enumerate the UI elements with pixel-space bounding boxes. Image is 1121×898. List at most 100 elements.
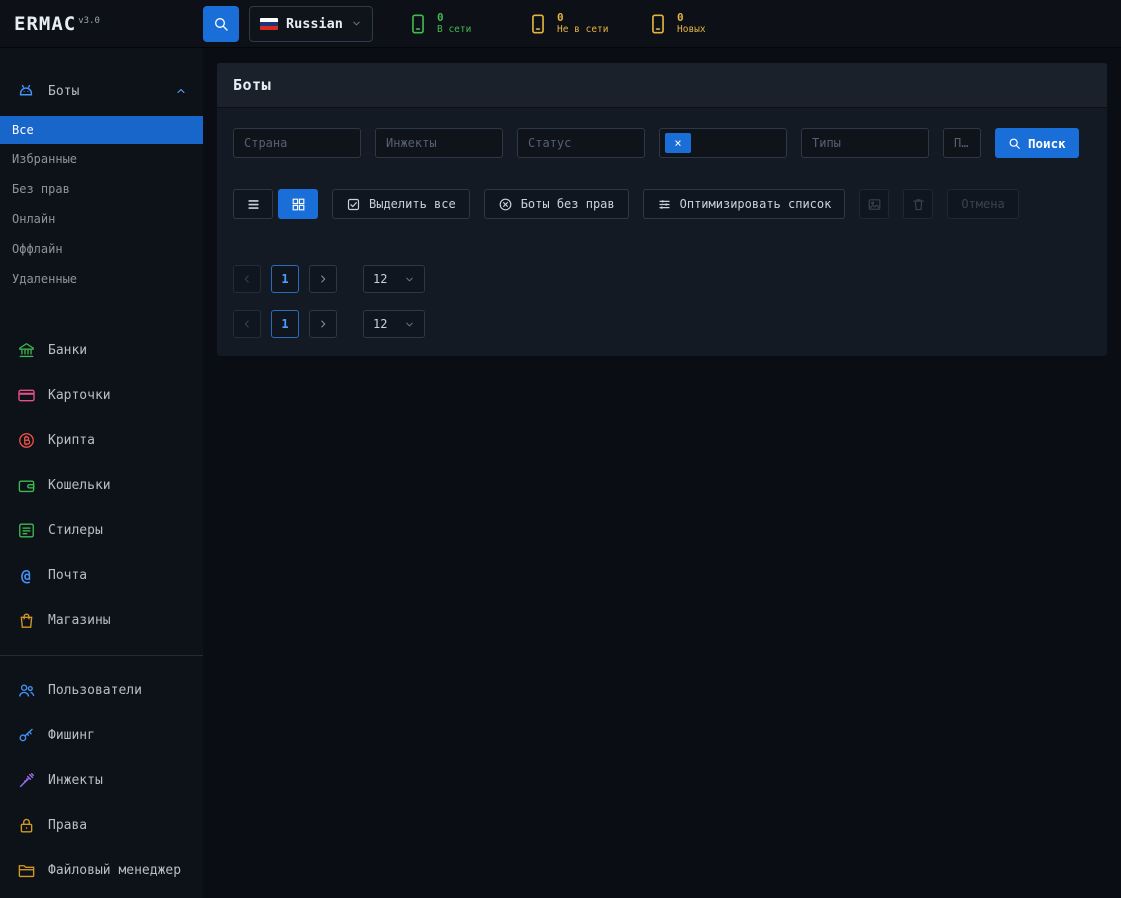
per-page-select[interactable]: 12 — [363, 265, 425, 293]
phone-new-icon — [647, 13, 669, 35]
language-select[interactable]: Russian — [249, 6, 373, 42]
sidebar-item-label: Права — [48, 818, 87, 833]
chevron-left-icon — [241, 273, 253, 285]
counter-new-label: Новых — [677, 24, 706, 36]
optimize-list-label: Оптимизировать список — [680, 197, 832, 211]
sidebar-item-stealers[interactable]: Стилеры — [0, 508, 203, 553]
counter-online-value: 0 — [437, 11, 471, 25]
country-filter-input[interactable] — [233, 128, 361, 158]
chevron-left-icon — [241, 318, 253, 330]
trash-icon — [911, 197, 926, 212]
per-page-select[interactable]: 12 — [363, 310, 425, 338]
sidebar-subitem-deleted[interactable]: Удаленные — [0, 264, 203, 294]
tag-remove-button[interactable]: × — [665, 133, 691, 153]
sidebar-item-mail[interactable]: @ Почта — [0, 553, 203, 598]
sidebar-item-cards[interactable]: Карточки — [0, 373, 203, 418]
next-page-button[interactable] — [309, 265, 337, 293]
phone-offline-icon — [527, 13, 549, 35]
syringe-icon — [16, 771, 36, 791]
topbar: ERMACv3.0 Russian 0 В сети 0 Не в сети — [0, 0, 1121, 48]
page-number: 1 — [281, 317, 288, 331]
view-toggle-group — [233, 189, 318, 219]
sidebar-item-shops[interactable]: Магазины — [0, 598, 203, 643]
sidebar-item-injects[interactable]: Инжекты — [0, 758, 203, 803]
sidebar-item-label: Боты — [48, 84, 79, 99]
sidebar-item-label: Банки — [48, 343, 87, 358]
language-label: Russian — [286, 16, 343, 32]
status-filter-input[interactable] — [517, 128, 645, 158]
at-icon: @ — [16, 566, 36, 586]
sidebar-subitem-no-rights[interactable]: Без прав — [0, 174, 203, 204]
bank-icon — [16, 341, 36, 361]
chevron-right-icon — [317, 273, 329, 285]
sidebar-subitem-online[interactable]: Онлайн — [0, 204, 203, 234]
sidebar: Боты Все Избранные Без прав Онлайн Оффла… — [0, 48, 203, 898]
main-area: Боты × Поиск — [203, 48, 1121, 898]
grid-view-button[interactable] — [278, 189, 318, 219]
cancel-label: Отмена — [961, 197, 1004, 211]
filters-row: × Поиск — [233, 128, 1091, 158]
counter-online: 0 В сети — [407, 11, 493, 37]
prev-page-button[interactable] — [233, 265, 261, 293]
sidebar-item-phishing[interactable]: Фишинг — [0, 713, 203, 758]
search-button[interactable] — [203, 6, 239, 42]
sidebar-item-users[interactable]: Пользователи — [0, 668, 203, 713]
next-page-button[interactable] — [309, 310, 337, 338]
types-filter-input[interactable] — [801, 128, 929, 158]
bots-submenu: Все Избранные Без прав Онлайн Оффлайн Уд… — [0, 116, 203, 294]
sidebar-subitem-favorites[interactable]: Избранные — [0, 144, 203, 174]
bots-no-rights-button[interactable]: Боты без прав — [484, 189, 629, 219]
list-view-button[interactable] — [233, 189, 273, 219]
delete-button[interactable] — [903, 189, 933, 219]
lock-icon — [16, 816, 36, 836]
search-icon — [1008, 137, 1021, 150]
counter-new: 0 Новых — [647, 11, 733, 37]
wallet-icon — [16, 476, 36, 496]
counter-online-label: В сети — [437, 24, 471, 36]
optimize-list-button[interactable]: Оптимизировать список — [643, 189, 846, 219]
subitem-label: Избранные — [12, 152, 77, 166]
chevron-down-icon — [404, 274, 415, 285]
truncated-filter-input[interactable] — [943, 128, 981, 158]
checkbox-icon — [346, 197, 361, 212]
counter-offline-label: Не в сети — [557, 24, 608, 36]
sidebar-item-wallets[interactable]: Кошельки — [0, 463, 203, 508]
sidebar-subitem-all[interactable]: Все — [0, 116, 203, 144]
x-circle-icon — [498, 197, 513, 212]
sidebar-item-banks[interactable]: Банки — [0, 328, 203, 373]
russian-flag-icon — [260, 18, 278, 30]
sidebar-item-label: Кошельки — [48, 478, 111, 493]
tag-filter-input[interactable]: × — [659, 128, 787, 158]
pagination-bottom: 1 12 — [233, 310, 1091, 338]
list-icon — [16, 521, 36, 541]
android-icon — [16, 81, 36, 101]
sidebar-item-file-manager[interactable]: Файловый менеджер — [0, 848, 203, 893]
image-icon — [867, 197, 882, 212]
injects-filter-input[interactable] — [375, 128, 503, 158]
export-image-button[interactable] — [859, 189, 889, 219]
sidebar-divider — [0, 655, 203, 656]
close-icon: × — [674, 136, 681, 150]
sidebar-item-bots[interactable]: Боты — [0, 70, 203, 112]
cancel-button[interactable]: Отмена — [947, 189, 1018, 219]
users-icon — [16, 681, 36, 701]
brand-name: ERMAC — [14, 13, 76, 35]
search-submit-label: Поиск — [1028, 136, 1066, 151]
folder-icon — [16, 861, 36, 881]
sidebar-subitem-offline[interactable]: Оффлайн — [0, 234, 203, 264]
chevron-down-icon — [351, 18, 362, 29]
sidebar-item-crypto[interactable]: Крипта — [0, 418, 203, 463]
counter-offline-value: 0 — [557, 11, 608, 25]
toolbar-row: Выделить все Боты без прав Оптимизироват… — [233, 189, 1091, 219]
per-page-value: 12 — [373, 317, 387, 331]
page-button[interactable]: 1 — [271, 265, 299, 293]
subitem-label: Оффлайн — [12, 242, 63, 256]
select-all-button[interactable]: Выделить все — [332, 189, 470, 219]
prev-page-button[interactable] — [233, 310, 261, 338]
page-button[interactable]: 1 — [271, 310, 299, 338]
phone-online-icon — [407, 13, 429, 35]
search-submit-button[interactable]: Поиск — [995, 128, 1079, 158]
sidebar-item-rights[interactable]: Права — [0, 803, 203, 848]
counter-new-value: 0 — [677, 11, 706, 25]
counter-offline: 0 Не в сети — [527, 11, 613, 37]
